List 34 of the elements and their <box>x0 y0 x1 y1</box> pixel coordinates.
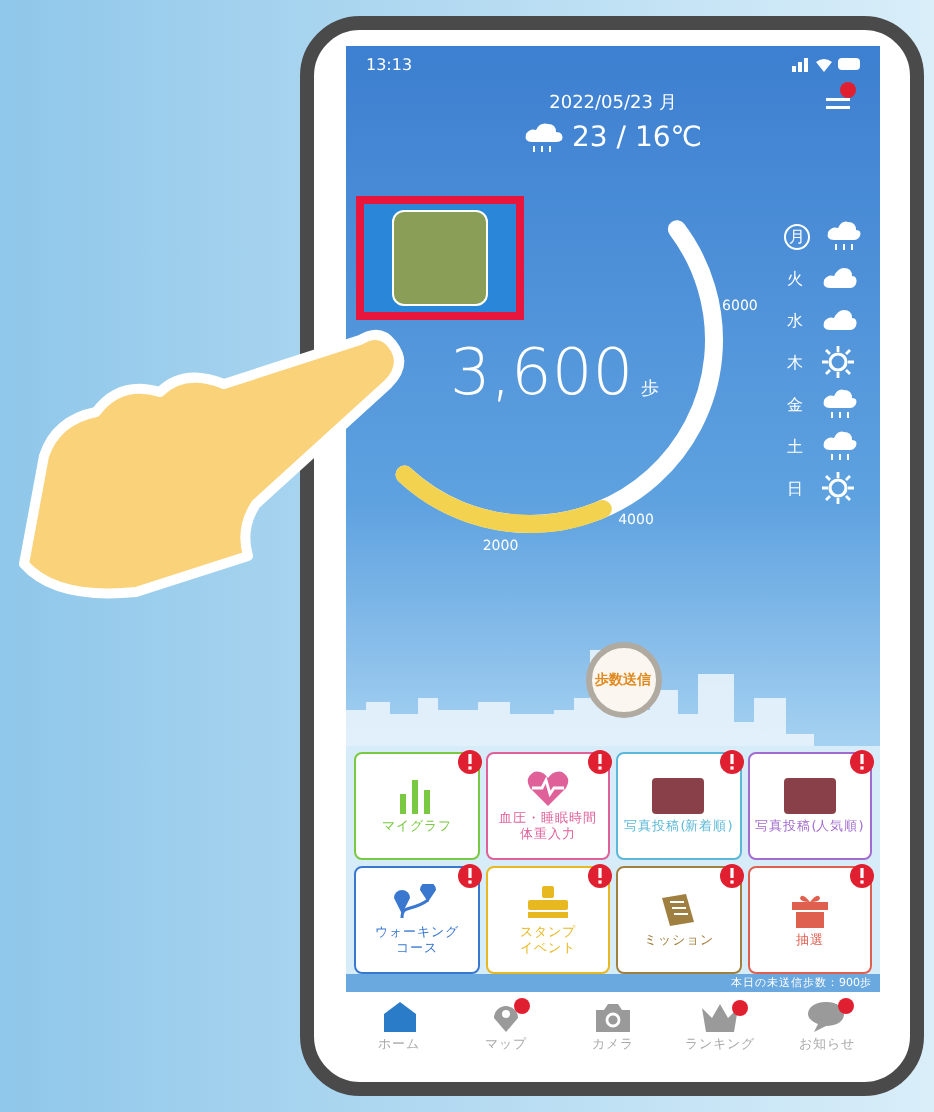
temperature-text: 23 / 16℃ <box>572 122 702 154</box>
cloud-icon <box>822 308 858 332</box>
heartbeat-icon <box>525 770 570 807</box>
phone-photo-placeholder <box>783 777 836 814</box>
map-pin-icon <box>492 1002 521 1032</box>
date-text: 2022/05/23 月 <box>549 92 677 116</box>
avatar-photo-placeholder[interactable] <box>392 210 488 306</box>
weekday-label[interactable]: 土 <box>784 435 806 457</box>
crown-icon <box>701 1003 738 1031</box>
camera-icon <box>596 1003 631 1031</box>
sun-icon <box>822 472 854 504</box>
weekday-label[interactable]: 水 <box>784 309 806 331</box>
status-time: 13:13 <box>366 55 413 73</box>
step-count: 3,600 <box>450 334 634 410</box>
gift-icon <box>789 891 830 928</box>
menu-icon[interactable] <box>824 82 860 114</box>
weekday-label[interactable]: 木 <box>784 351 806 373</box>
status-icons <box>792 56 860 72</box>
home-icon <box>383 1002 416 1032</box>
stamp-icon <box>523 884 572 921</box>
route-pins-icon <box>392 884 441 921</box>
weekday-label[interactable]: 日 <box>784 477 806 499</box>
speech-bubble-icon <box>808 1002 845 1032</box>
phone-photo-placeholder <box>652 777 705 814</box>
rain-cloud-icon <box>822 430 858 462</box>
weekday-label[interactable]: 金 <box>784 393 806 415</box>
cloud-icon <box>822 266 858 290</box>
step-unit: 歩 <box>641 377 660 402</box>
sun-icon <box>822 346 854 378</box>
weekday-label[interactable]: 火 <box>784 267 806 289</box>
rain-cloud-icon <box>822 388 858 420</box>
rain-cloud-icon <box>826 220 862 252</box>
rain-cloud-icon <box>524 122 565 154</box>
weekday-label[interactable]: 月 <box>784 223 810 249</box>
